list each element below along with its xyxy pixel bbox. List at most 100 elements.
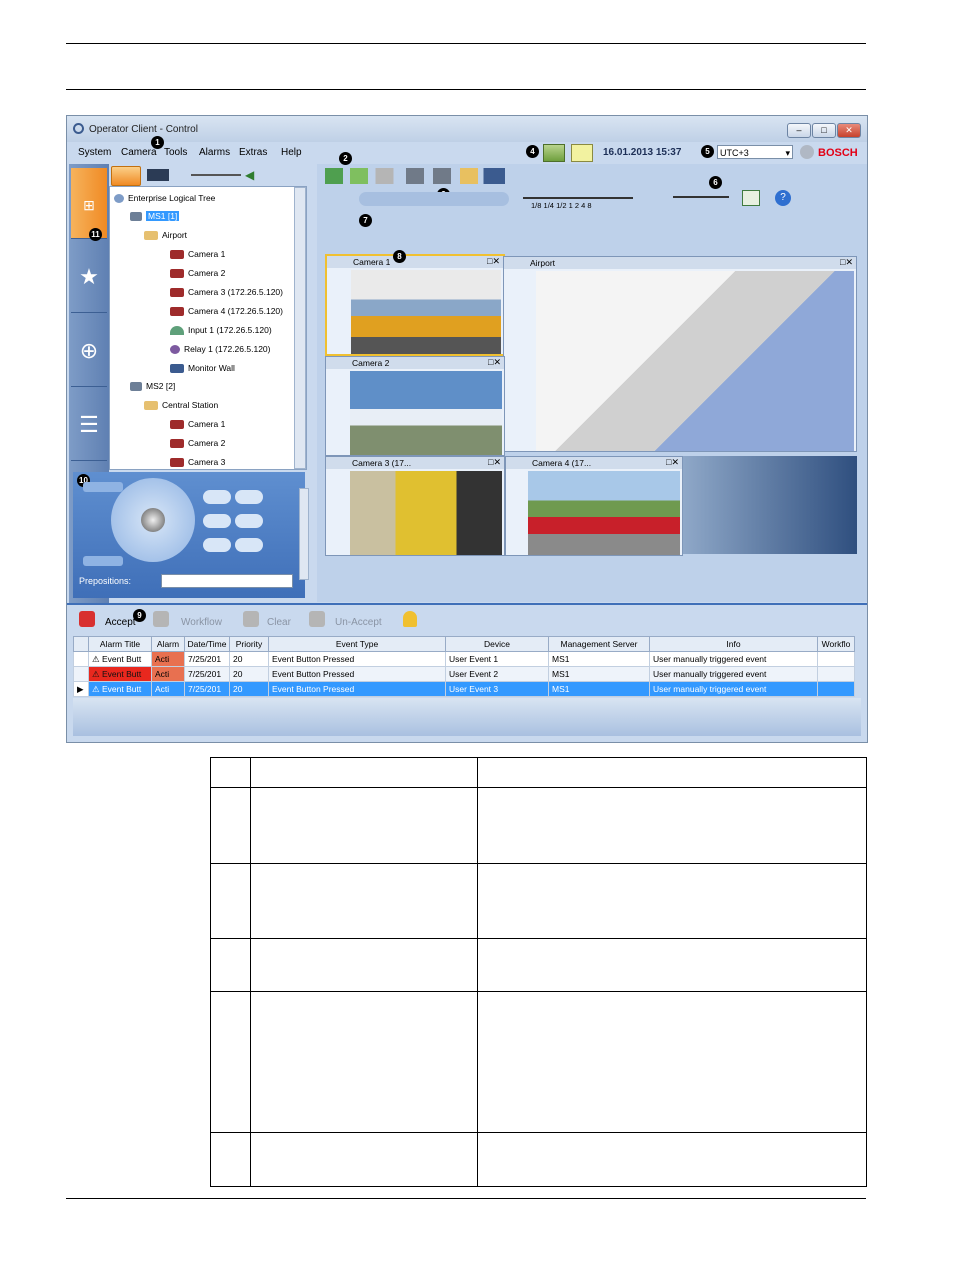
volume-slider[interactable] (191, 174, 241, 176)
aux-on-button[interactable] (203, 538, 231, 552)
empty-tile[interactable] (683, 456, 857, 554)
legend-cell (477, 863, 867, 939)
ptz-scrollbar[interactable] (299, 488, 309, 580)
tree-node-input-1[interactable]: Input 1 (172.26.5.120) (170, 325, 272, 336)
menu-alarms[interactable]: Alarms (199, 147, 230, 158)
tile-close-icon[interactable]: □✕ (840, 257, 853, 268)
playback-transport[interactable] (359, 192, 509, 206)
legend-cell (477, 938, 867, 992)
tree-node-cs-camera-2[interactable]: Camera 2 (170, 438, 225, 449)
tree-node-relay-1[interactable]: Relay 1 (172.26.5.120) (170, 344, 270, 355)
menu-camera[interactable]: Camera (121, 147, 157, 158)
help-icon[interactable]: ? (775, 190, 791, 206)
maximize-button[interactable]: □ (812, 123, 836, 138)
toolbar-buttons[interactable] (325, 168, 505, 184)
tile-close-icon[interactable]: □✕ (666, 457, 679, 468)
accept-button[interactable]: Accept (105, 617, 136, 628)
focus-near-button[interactable] (235, 514, 263, 528)
unaccept-button[interactable]: Un-Accept (335, 617, 382, 628)
clear-button[interactable]: Clear (267, 617, 291, 628)
column-header[interactable]: Priority (229, 636, 269, 652)
iris-open-button[interactable] (203, 490, 231, 504)
table-cell: 20 (229, 681, 269, 697)
tree-node-camera-3[interactable]: Camera 3 (172.26.5.120) (170, 287, 283, 298)
table-cell: MS1 (548, 681, 650, 697)
speed-label: 1/8 (531, 201, 542, 210)
minimize-button[interactable]: – (787, 123, 811, 138)
tile-close-icon[interactable]: □✕ (488, 357, 501, 368)
tree-node-camera-2[interactable]: Camera 2 (170, 268, 225, 279)
table-row[interactable]: ⚠ Event Butt Acti 7/25/201 20 Event Butt… (73, 666, 855, 682)
table-cell: Event Button Pressed (268, 681, 446, 697)
chevron-down-icon: ▾ (785, 148, 790, 158)
tree-root[interactable]: Enterprise Logical Tree (114, 193, 215, 204)
tab-favorites[interactable]: ★ (71, 242, 107, 313)
table-row[interactable]: ⚠ Event Butt Acti 7/25/201 20 Event Butt… (73, 651, 855, 667)
alarm-list-empty-area (73, 698, 861, 736)
top-rule (66, 43, 866, 44)
workflow-button[interactable]: Workflow (181, 617, 222, 628)
column-header[interactable]: Date/Time (184, 636, 230, 652)
menu-help[interactable]: Help (281, 147, 302, 158)
menu-tools[interactable]: Tools (164, 147, 187, 158)
aux-off-button[interactable] (235, 538, 263, 552)
tree-label: Camera 3 (188, 457, 226, 467)
monitor-wall-icon (170, 364, 184, 374)
focus-far-button[interactable] (203, 514, 231, 528)
camera-4-video (528, 471, 680, 555)
speaker-icon[interactable]: ◀ (245, 168, 254, 182)
tree-label-ms1: MS1 [1] (146, 211, 180, 221)
tile-close-icon[interactable]: □✕ (487, 256, 500, 267)
column-header[interactable]: Workflo (817, 636, 855, 652)
playback-mode-icon[interactable] (147, 169, 169, 181)
column-header[interactable]: Alarm Title (88, 636, 152, 652)
timezone-select[interactable]: UTC+3 ▾ (717, 145, 793, 159)
column-header[interactable]: Device (445, 636, 549, 652)
layout-slider[interactable] (673, 196, 729, 198)
tree-node-camera-1[interactable]: Camera 1 (170, 249, 225, 260)
zoom-in-button[interactable] (83, 482, 123, 492)
image-tile-camera-2[interactable]: Camera 2 □✕ (325, 356, 505, 456)
prepositions-select[interactable] (161, 574, 293, 588)
live-mode-button[interactable] (111, 166, 141, 186)
column-header[interactable]: Alarm (151, 636, 185, 652)
table-cell: User manually triggered event (649, 681, 818, 697)
image-tile-camera-1[interactable]: Camera 1 □✕ (325, 254, 505, 356)
iris-close-button[interactable] (235, 490, 263, 504)
table-row-selected[interactable]: ▶ ⚠ Event Butt Acti 7/25/201 20 Event Bu… (73, 681, 855, 697)
tree-scrollbar[interactable] (294, 187, 306, 469)
fullscreen-icon[interactable] (742, 190, 760, 206)
menu-extras[interactable]: Extras (239, 147, 267, 158)
tree-label: MS2 [2] (146, 381, 176, 391)
column-header[interactable]: Event Type (268, 636, 446, 652)
tab-bookmarks[interactable]: ☰ (71, 390, 107, 461)
tree-node-cs-camera-3[interactable]: Camera 3 (170, 457, 226, 468)
menu-system[interactable]: System (78, 147, 111, 158)
image-tile-camera-4[interactable]: Camera 4 (17... □✕ (505, 456, 683, 556)
speed-slider[interactable] (523, 197, 633, 199)
speed-label: 4 (581, 201, 586, 210)
image-tile-airport[interactable]: Airport □✕ (503, 256, 857, 452)
tree-node-ms2[interactable]: MS2 [2] (130, 381, 176, 392)
table-cell: 7/25/201 (184, 651, 230, 667)
tile-title: Camera 4 (17... (532, 458, 592, 468)
tree-node-monitor-wall[interactable]: Monitor Wall (170, 363, 235, 374)
cell-text: Event Butt (102, 653, 142, 664)
tree-node-cs-camera-1[interactable]: Camera 1 (170, 419, 225, 430)
tree-node-central-station[interactable]: Central Station (144, 400, 218, 411)
tab-logical-tree[interactable]: ⊞ (71, 168, 107, 239)
tree-node-ms1[interactable]: MS1 [1] (130, 211, 180, 222)
tree-node-airport[interactable]: Airport (144, 230, 188, 241)
column-header[interactable]: Info (649, 636, 818, 652)
cell-text: Acti (155, 684, 170, 694)
image-tile-camera-3[interactable]: Camera 3 (17... □✕ (325, 456, 505, 556)
bell-icon[interactable] (403, 611, 417, 627)
zoom-out-button[interactable] (83, 556, 123, 566)
tree-node-camera-4[interactable]: Camera 4 (172.26.5.120) (170, 306, 283, 317)
tree-label-airport: Airport (162, 230, 188, 240)
tab-map[interactable]: ⊕ (71, 316, 107, 387)
close-button[interactable]: ✕ (837, 123, 861, 138)
column-header[interactable]: Management Server (548, 636, 650, 652)
tile-close-icon[interactable]: □✕ (488, 457, 501, 468)
joystick-knob[interactable] (141, 508, 165, 532)
